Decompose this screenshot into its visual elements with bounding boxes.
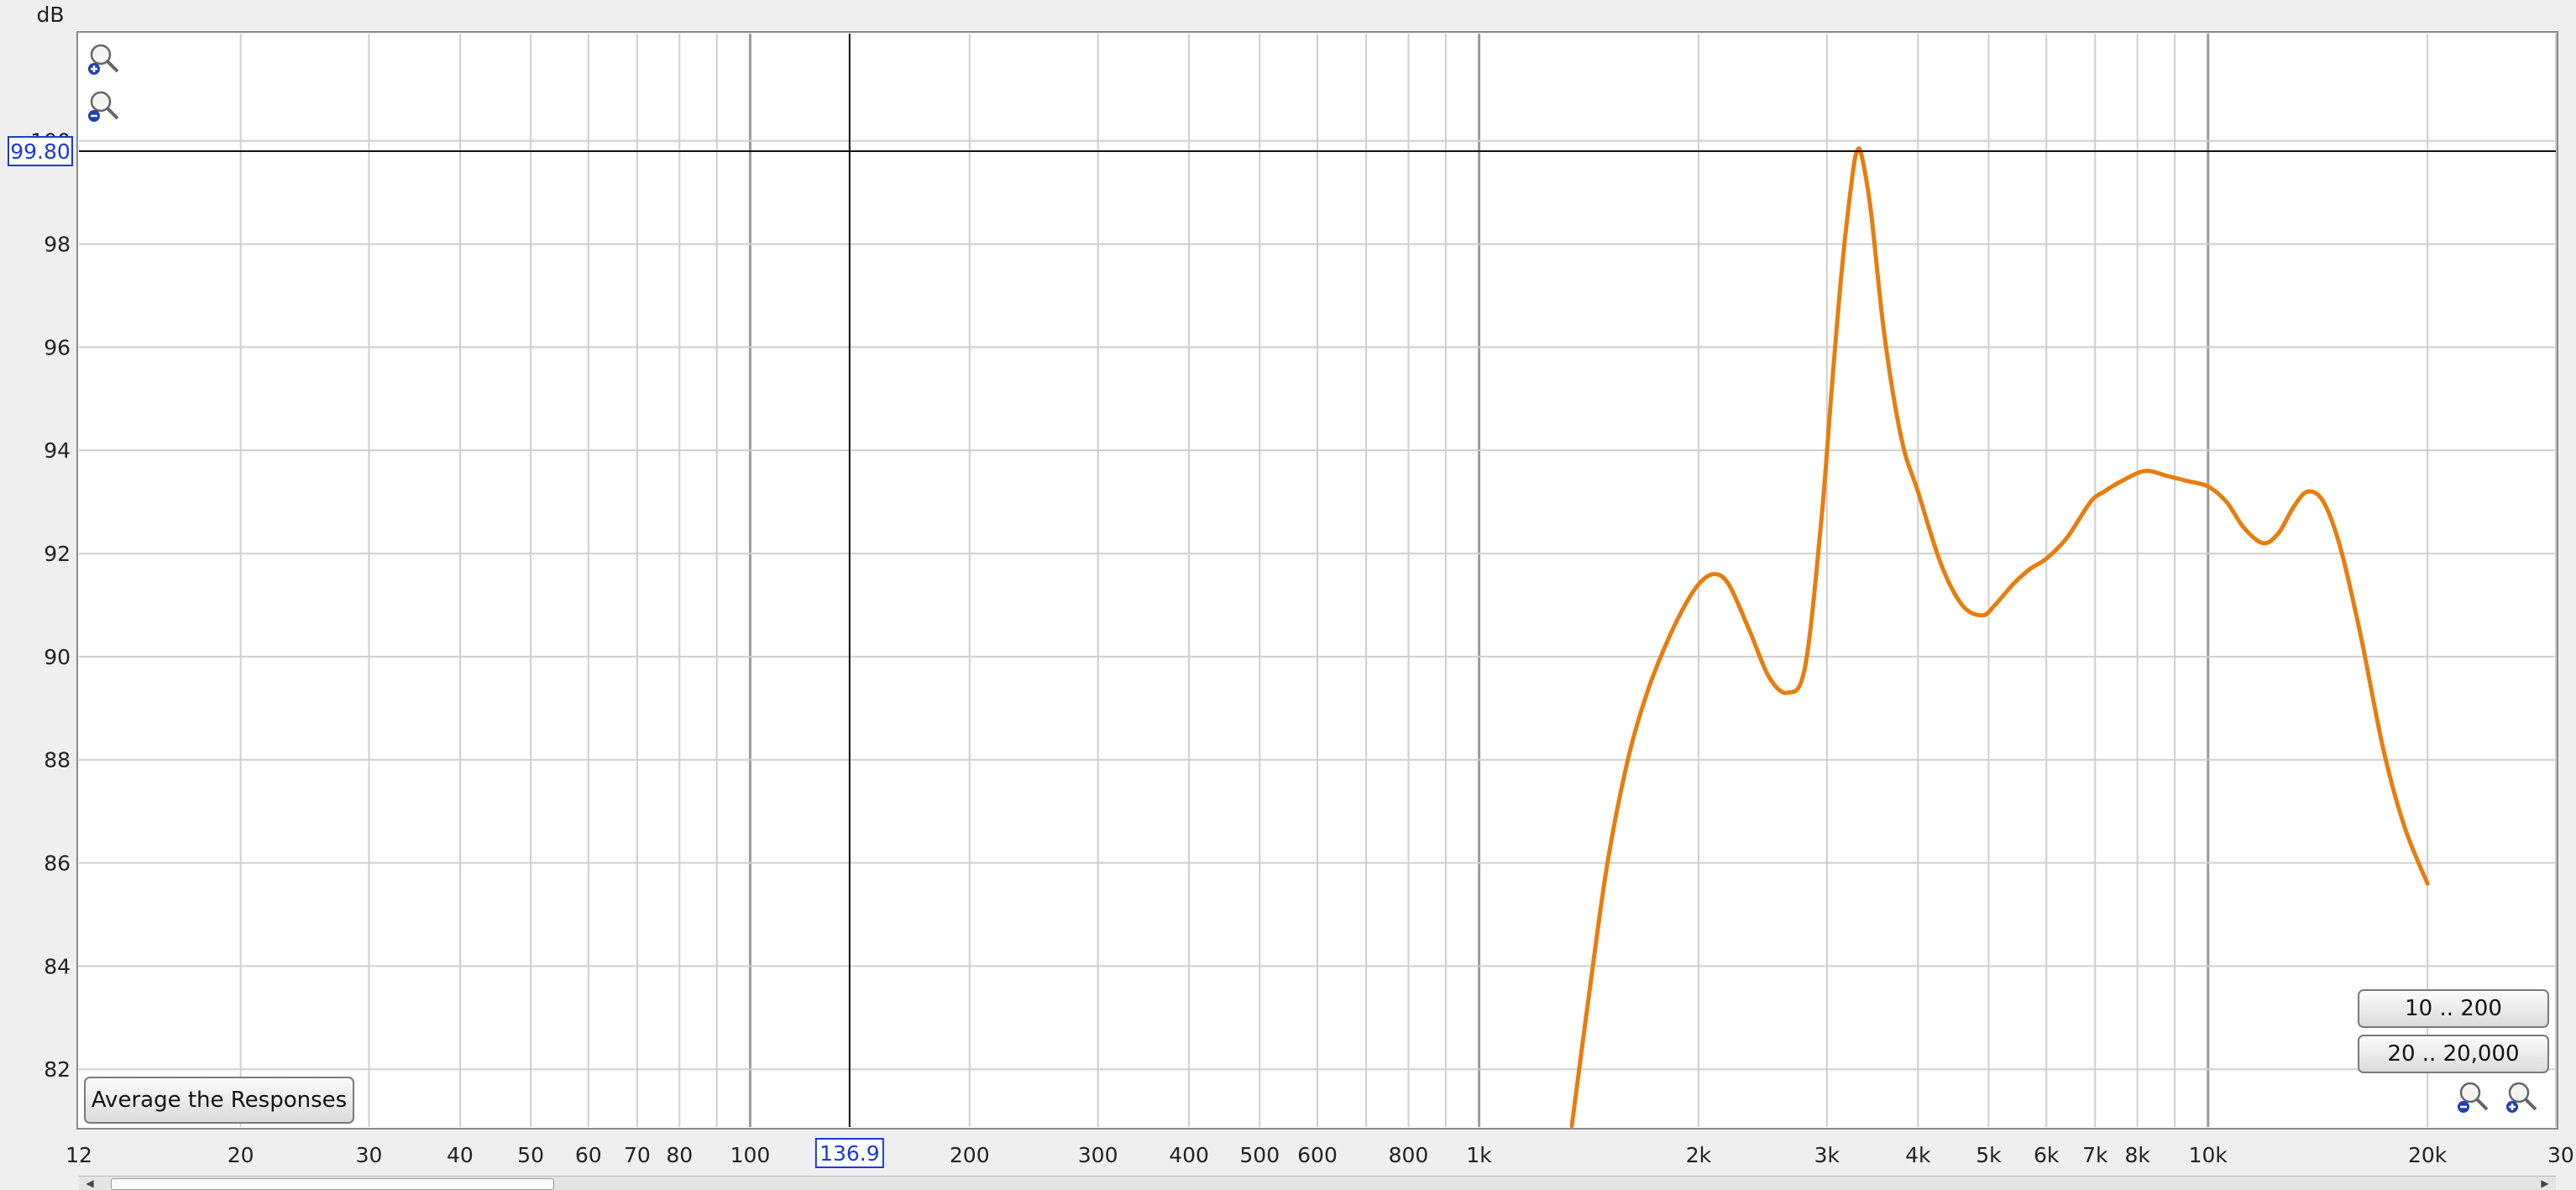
x-tick-label: 5k	[1976, 1143, 2002, 1167]
cursor-x-value: 136.9	[819, 1141, 880, 1166]
x-tick-label: 60	[575, 1143, 602, 1167]
y-tick-label: 86	[44, 852, 71, 876]
x-tick-label: 1k	[1466, 1143, 1492, 1167]
scroll-left-arrow-icon[interactable]: ◀	[82, 1177, 97, 1190]
y-tick-label: 92	[44, 542, 71, 566]
x-tick-label: 800	[1389, 1143, 1429, 1167]
x-tick-label: 20k	[2408, 1143, 2448, 1167]
x-tick-label: 10k	[2189, 1143, 2228, 1167]
y-tick-label: 82	[44, 1057, 71, 1082]
x-tick-label: 40	[447, 1143, 474, 1167]
x-tick-label: 300	[1078, 1143, 1118, 1167]
x-tick-label: 100	[730, 1143, 771, 1167]
range-20-20000-button[interactable]: 20 .. 20,000	[2358, 1035, 2549, 1073]
y-axis-ticks: 828486889092949698100	[30, 129, 71, 1082]
x-tick-label: 80	[666, 1143, 693, 1167]
x-tick-label: 2k	[1686, 1143, 1712, 1167]
x-tick-label: 200	[950, 1143, 990, 1167]
cursor-x-readout: 136.9	[814, 1138, 884, 1168]
x-tick-label: 400	[1169, 1143, 1209, 1167]
cursor-y-readout: 99.80	[8, 136, 73, 167]
x-tick-label: 600	[1297, 1143, 1338, 1167]
zoom-out-icon[interactable]	[86, 89, 123, 126]
y-tick-label: 94	[44, 438, 71, 463]
x-tick-label: 20	[228, 1143, 254, 1167]
scrollbar-thumb[interactable]	[111, 1178, 554, 1190]
x-tick-label: 4k	[1905, 1143, 1931, 1167]
x-tick-label: 6k	[2034, 1143, 2060, 1167]
y-axis-label: dB	[36, 3, 64, 27]
y-tick-label: 90	[44, 645, 71, 669]
average-responses-button[interactable]: Average the Responses	[84, 1077, 354, 1124]
x-tick-label: 12	[65, 1143, 92, 1167]
range-10-200-button[interactable]: 10 .. 200	[2358, 989, 2549, 1028]
horizontal-scrollbar[interactable]: ◀ ▶	[79, 1176, 2556, 1190]
zoom-out-icon[interactable]	[2455, 1080, 2492, 1117]
x-tick-label: 70	[624, 1143, 651, 1167]
scroll-right-arrow-icon[interactable]: ▶	[2537, 1177, 2552, 1190]
y-tick-label: 88	[44, 748, 71, 773]
y-tick-label: 84	[44, 954, 71, 978]
x-axis-end-label: 30.0kHz	[2547, 1143, 2576, 1167]
x-tick-label: 3k	[1814, 1143, 1840, 1167]
x-tick-label: 8k	[2124, 1143, 2150, 1167]
zoom-in-icon[interactable]	[2504, 1080, 2541, 1117]
x-tick-label: 50	[517, 1143, 544, 1167]
y-tick-label: 96	[44, 335, 71, 359]
x-axis-ticks: 12 20 30 40 50 60 70 80 100 200 300 400 500 600 800 1k 2…	[65, 1143, 2448, 1167]
zoom-in-icon[interactable]	[86, 42, 123, 79]
y-tick-label: 98	[44, 233, 71, 257]
response-chart[interactable]: 82 84 86 88 90 92 94 96 98 100 12 20 30 40 50 60 70 80 10…	[0, 0, 2576, 1189]
cursor-y-value: 99.80	[10, 139, 71, 164]
x-tick-label: 30	[356, 1143, 383, 1167]
x-tick-label: 7k	[2082, 1143, 2108, 1167]
x-tick-label: 500	[1239, 1143, 1280, 1167]
